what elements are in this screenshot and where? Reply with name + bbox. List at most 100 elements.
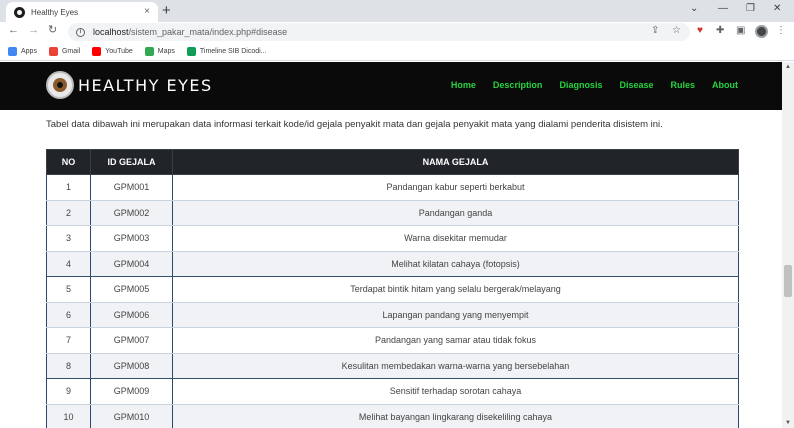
eye-logo-icon bbox=[46, 71, 74, 99]
url-path: /sistem_pakar_mata/index.php#disease bbox=[128, 27, 288, 37]
reload-icon[interactable]: ↻ bbox=[48, 25, 57, 36]
bookmark-item[interactable]: YouTube bbox=[92, 46, 133, 56]
cell-id-gejala: GPM007 bbox=[90, 327, 173, 354]
bookmark-label: Apps bbox=[21, 47, 37, 55]
back-arrow-icon[interactable]: ← bbox=[8, 25, 19, 36]
symptom-table: NO ID GEJALA NAMA GEJALA 1 GPM001 Pandanga… bbox=[46, 149, 739, 428]
nav-link-description[interactable]: Description bbox=[493, 80, 543, 90]
cell-id-gejala: GPM010 bbox=[90, 403, 173, 428]
table-row: 10 GPM010 Melihat bayangan lingkarang dise… bbox=[46, 403, 739, 428]
cell-id-gejala: GPM009 bbox=[90, 378, 173, 405]
table-row: 2 GPM002 Pandangan ganda bbox=[46, 199, 739, 226]
cell-nama-gejala: Warna disekitar memudar bbox=[172, 225, 739, 252]
cell-id-gejala: GPM006 bbox=[90, 301, 173, 328]
scroll-up-icon[interactable]: ▲ bbox=[785, 64, 791, 70]
forward-arrow-icon[interactable]: → bbox=[28, 25, 39, 36]
cell-id-gejala: GPM001 bbox=[90, 174, 173, 201]
cell-no: 7 bbox=[46, 327, 91, 354]
tab-close-icon[interactable]: × bbox=[144, 7, 150, 17]
table-header-row: NO ID GEJALA NAMA GEJALA bbox=[46, 149, 739, 175]
nav-link-about[interactable]: About bbox=[712, 80, 738, 90]
tab-search-icon[interactable]: ⌄ bbox=[690, 3, 698, 14]
site-navbar: HEALTHY EYES Home Description Diagnosis … bbox=[0, 62, 782, 110]
chrome-menu-icon[interactable]: ⋮ bbox=[776, 26, 786, 36]
nav-link-home[interactable]: Home bbox=[451, 80, 476, 90]
nav-link-diagnosis[interactable]: Diagnosis bbox=[559, 80, 602, 90]
bookmark-item[interactable]: Gmail bbox=[48, 46, 81, 56]
table-row: 8 GPM008 Kesulitan membedakan warna-warna … bbox=[46, 352, 739, 379]
tab-title: Healthy Eyes bbox=[31, 7, 79, 17]
cell-id-gejala: GPM003 bbox=[90, 225, 173, 252]
side-panel-icon[interactable]: ▣ bbox=[736, 26, 745, 36]
table-row: 3 GPM003 Warna disekitar memudar bbox=[46, 225, 739, 252]
share-icon[interactable]: ⇪ bbox=[651, 26, 659, 36]
cell-nama-gejala: Terdapat bintik hitam yang selalu berger… bbox=[172, 276, 739, 303]
cell-no: 10 bbox=[46, 403, 91, 428]
scroll-down-icon[interactable]: ▼ bbox=[785, 420, 791, 426]
cell-no: 5 bbox=[46, 276, 91, 303]
cell-no: 6 bbox=[46, 301, 91, 328]
nav-link-rules[interactable]: Rules bbox=[670, 80, 695, 90]
bookmark-label: Maps bbox=[157, 47, 175, 55]
cell-no: 1 bbox=[46, 174, 91, 201]
table-row: 4 GPM004 Melihat kilatan cahaya (fotopsis) bbox=[46, 250, 739, 277]
profile-avatar[interactable] bbox=[755, 25, 768, 38]
window-close-icon[interactable]: ✕ bbox=[773, 3, 781, 14]
maps-pin-icon bbox=[144, 46, 154, 56]
cell-nama-gejala: Kesulitan membedakan warna-warna yang be… bbox=[172, 352, 739, 379]
header-id-gejala: ID GEJALA bbox=[90, 149, 173, 175]
cell-no: 9 bbox=[46, 378, 91, 405]
address-bar[interactable]: i localhost/sistem_pakar_mata/index.php#… bbox=[68, 23, 690, 41]
nav-link-disease[interactable]: Disease bbox=[619, 80, 653, 90]
cell-id-gejala: GPM005 bbox=[90, 276, 173, 303]
bookmark-star-icon[interactable]: ☆ bbox=[672, 26, 681, 36]
bookmarks-bar: Apps Gmail YouTube Maps Timeline SIB Dicodi.… bbox=[0, 42, 794, 61]
bookmark-label: YouTube bbox=[105, 47, 133, 55]
site-brand[interactable]: HEALTHY EYES bbox=[46, 71, 213, 99]
new-tab-button[interactable]: + bbox=[162, 3, 171, 18]
cell-nama-gejala: Pandangan yang samar atau tidak fokus bbox=[172, 327, 739, 354]
scrollbar-thumb[interactable] bbox=[784, 265, 792, 297]
page-scrollbar[interactable]: ▲ ▼ bbox=[782, 62, 794, 428]
site-info-icon[interactable]: i bbox=[76, 27, 85, 37]
header-no: NO bbox=[46, 149, 91, 175]
nav-links: Home Description Diagnosis Disease Rules… bbox=[434, 80, 738, 90]
cell-id-gejala: GPM004 bbox=[90, 250, 173, 277]
eye-favicon-icon bbox=[14, 6, 25, 18]
plus-square-icon bbox=[186, 46, 196, 56]
url-host: localhost bbox=[93, 27, 129, 37]
cell-no: 2 bbox=[46, 199, 91, 226]
browser-tab[interactable]: Healthy Eyes × bbox=[6, 2, 158, 22]
intro-text: Tabel data dibawah ini merupakan data in… bbox=[46, 119, 663, 130]
cell-id-gejala: GPM008 bbox=[90, 352, 173, 379]
minimize-icon[interactable]: — bbox=[718, 3, 728, 14]
table-row: 5 GPM005 Terdapat bintik hitam yang selalu… bbox=[46, 276, 739, 303]
bookmark-label: Timeline SIB Dicodi... bbox=[199, 47, 267, 55]
url-text: localhost/sistem_pakar_mata/index.php#di… bbox=[93, 27, 287, 37]
bookmark-item[interactable]: Apps bbox=[8, 46, 37, 56]
apps-grid-icon bbox=[8, 46, 17, 56]
page-viewport: HEALTHY EYES Home Description Diagnosis … bbox=[0, 62, 794, 428]
restore-icon[interactable]: ❐ bbox=[746, 3, 755, 14]
gmail-icon bbox=[48, 46, 58, 56]
table-row: 6 GPM006 Lapangan pandang yang menyempit bbox=[46, 301, 739, 328]
cell-no: 3 bbox=[46, 225, 91, 252]
bookmark-label: Gmail bbox=[61, 47, 81, 55]
cell-id-gejala: GPM002 bbox=[90, 199, 173, 226]
cell-nama-gejala: Melihat kilatan cahaya (fotopsis) bbox=[172, 250, 739, 277]
browser-toolbar: ← → ↻ i localhost/sistem_pakar_mata/inde… bbox=[0, 22, 794, 42]
cell-nama-gejala: Melihat bayangan lingkarang disekeliling… bbox=[172, 403, 739, 428]
cell-nama-gejala: Pandangan ganda bbox=[172, 199, 739, 226]
bookmark-item[interactable]: Maps bbox=[144, 46, 175, 56]
header-nama-gejala: NAMA GEJALA bbox=[172, 149, 739, 175]
cell-nama-gejala: Pandangan kabur seperti berkabut bbox=[172, 174, 739, 201]
browser-tab-strip: Healthy Eyes × + ⌄ — ❐ ✕ bbox=[0, 0, 794, 22]
cell-no: 8 bbox=[46, 352, 91, 379]
cell-nama-gejala: Lapangan pandang yang menyempit bbox=[172, 301, 739, 328]
extensions-puzzle-icon[interactable]: ✚ bbox=[716, 26, 724, 36]
bookmark-item[interactable]: Timeline SIB Dicodi... bbox=[186, 46, 267, 56]
table-row: 1 GPM001 Pandangan kabur seperti berkabut bbox=[46, 174, 739, 201]
brand-name: HEALTHY EYES bbox=[78, 75, 213, 95]
cell-nama-gejala: Sensitif terhadap sorotan cahaya bbox=[172, 378, 739, 405]
extension-red-icon[interactable]: ♥ bbox=[697, 26, 703, 36]
